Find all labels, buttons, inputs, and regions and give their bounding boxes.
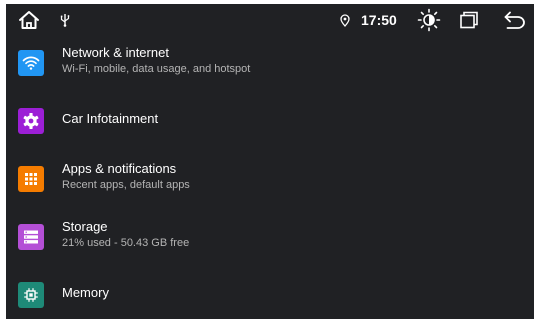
usb-icon [58,11,72,29]
home-icon [19,11,39,29]
clock: 17:50 [361,12,397,28]
back-icon [504,11,525,29]
wifi-icon [18,50,44,76]
settings-item-subtitle: Recent apps, default apps [62,179,190,191]
brightness-icon [417,8,441,32]
home-button[interactable] [16,8,42,32]
settings-item-memory[interactable]: Memory [6,268,534,319]
settings-item-subtitle: 21% used - 50.43 GB free [62,237,190,249]
settings-item-network[interactable]: Network & internet Wi-Fi, mobile, data u… [6,36,534,94]
settings-item-title: Memory [62,285,109,300]
settings-item-subtitle: Wi-Fi, mobile, data usage, and hotspot [62,63,251,75]
settings-item-title: Car Infotainment [62,111,159,126]
settings-screen: 17:50 Network & internet Wi-Fi, mobile, … [6,4,534,319]
apps-grid-icon [18,166,44,192]
settings-item-title: Apps & notifications [62,161,177,176]
settings-item-car-infotainment[interactable]: Car Infotainment [6,94,534,152]
memory-chip-icon [18,282,44,308]
recents-icon [460,11,478,29]
back-button[interactable] [502,9,528,31]
settings-item-storage[interactable]: Storage 21% used - 50.43 GB free [6,210,534,268]
status-bar: 17:50 [6,4,534,36]
brightness-button[interactable] [416,8,442,32]
settings-item-title: Storage [62,219,108,234]
settings-item-title: Network & internet [62,45,169,60]
recents-button[interactable] [457,10,481,30]
location-icon [339,12,351,28]
gear-icon [18,108,44,134]
settings-item-apps[interactable]: Apps & notifications Recent apps, defaul… [6,152,534,210]
storage-icon [18,224,44,250]
